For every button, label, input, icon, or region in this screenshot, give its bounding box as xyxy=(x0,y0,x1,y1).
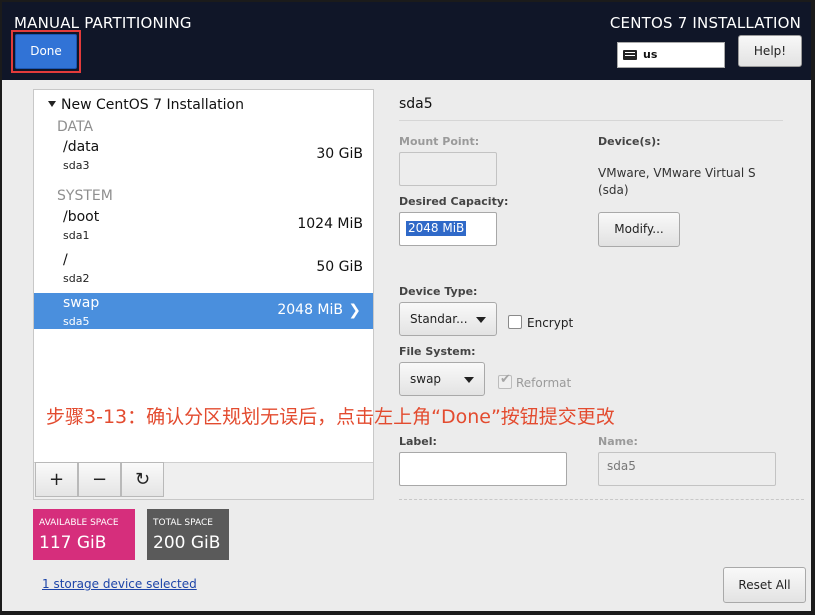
name-input[interactable]: sda5 xyxy=(598,452,776,486)
remove-partition-button[interactable]: − xyxy=(78,462,121,497)
devices-label: Device(s): xyxy=(598,135,661,148)
dropdown-arrow-icon xyxy=(476,317,486,323)
desired-capacity-input[interactable]: 2048 MiB xyxy=(399,212,497,246)
partition-toolbar: + − ↻ xyxy=(34,462,373,499)
tree-root-label: New CentOS 7 Installation xyxy=(61,97,244,113)
partition-row-boot[interactable]: /boot sda1 1024 MiB xyxy=(34,207,373,243)
total-space-label: TOTAL SPACE xyxy=(153,518,213,528)
partition-row-swap[interactable]: swap sda5 2048 MiB ❯ xyxy=(34,293,373,329)
selected-partition-title: sda5 xyxy=(399,96,433,112)
help-button[interactable]: Help! xyxy=(738,35,802,67)
partition-size: 2048 MiB xyxy=(277,302,343,318)
checkmark-icon: ✔ xyxy=(500,372,511,387)
desired-capacity-value: 2048 MiB xyxy=(406,221,467,236)
partition-device: sda1 xyxy=(63,229,90,242)
file-system-label: File System: xyxy=(399,345,476,358)
storage-devices-link[interactable]: 1 storage device selected xyxy=(42,577,197,591)
partition-row-root[interactable]: / sda2 50 GiB xyxy=(34,250,373,286)
device-type-label: Device Type: xyxy=(399,285,478,298)
group-label-system: SYSTEM xyxy=(57,188,113,204)
available-space-label: AVAILABLE SPACE xyxy=(39,518,119,528)
device-type-dropdown[interactable]: Standar... xyxy=(399,302,497,336)
group-label-data: DATA xyxy=(57,119,94,135)
title-divider xyxy=(399,120,783,121)
reformat-label: Reformat xyxy=(516,376,572,390)
partition-size: 1024 MiB xyxy=(297,216,363,232)
partition-device: sda5 xyxy=(63,315,90,328)
reset-all-button[interactable]: Reset All xyxy=(723,567,806,603)
partition-mount: /data xyxy=(63,139,100,155)
mount-point-input[interactable] xyxy=(399,152,497,186)
header-bar: MANUAL PARTITIONING CENTOS 7 INSTALLATIO… xyxy=(2,2,811,80)
partition-size: 30 GiB xyxy=(316,146,363,162)
available-space-badge: AVAILABLE SPACE 117 GiB xyxy=(33,509,135,560)
device-type-value: Standar... xyxy=(410,312,468,326)
dashed-divider xyxy=(399,499,804,500)
done-button[interactable]: Done xyxy=(15,34,77,69)
name-field-label: Name: xyxy=(598,435,638,448)
partition-device: sda2 xyxy=(63,272,90,285)
partition-tree-panel: New CentOS 7 Installation DATA /data sda… xyxy=(33,89,374,500)
installation-tree-root[interactable]: New CentOS 7 Installation xyxy=(48,97,244,113)
modify-button[interactable]: Modify... xyxy=(598,212,680,247)
name-value: sda5 xyxy=(607,459,636,473)
label-input[interactable] xyxy=(399,452,567,486)
file-system-dropdown[interactable]: swap xyxy=(399,362,485,396)
mount-point-label: Mount Point: xyxy=(399,135,480,148)
partition-mount: swap xyxy=(63,295,100,311)
total-space-badge: TOTAL SPACE 200 GiB xyxy=(147,509,229,560)
device-name-line1: VMware, VMware Virtual S xyxy=(598,166,756,180)
keyboard-layout-indicator[interactable]: us xyxy=(617,42,725,68)
partition-device: sda3 xyxy=(63,159,90,172)
label-value xyxy=(400,453,566,459)
partition-mount: /boot xyxy=(63,209,100,225)
keyboard-layout-label: us xyxy=(643,48,658,61)
reformat-checkbox[interactable]: ✔ xyxy=(498,372,512,389)
mount-point-value xyxy=(400,153,496,159)
label-field-label: Label: xyxy=(399,435,437,448)
partition-row-data[interactable]: /data sda3 30 GiB xyxy=(34,137,373,173)
total-space-value: 200 GiB xyxy=(153,533,221,553)
available-space-value: 117 GiB xyxy=(39,533,107,553)
installer-window: MANUAL PARTITIONING CENTOS 7 INSTALLATIO… xyxy=(2,2,811,611)
encrypt-label: Encrypt xyxy=(527,316,574,330)
tutorial-annotation: 步骤3-13：确认分区规划无误后，点击左上角“Done”按钮提交更改 xyxy=(46,406,615,428)
partition-mount: / xyxy=(63,252,68,268)
desired-capacity-label: Desired Capacity: xyxy=(399,195,509,208)
device-name-line2: (sda) xyxy=(598,183,629,197)
chevron-right-icon: ❯ xyxy=(348,301,361,319)
installer-title: CENTOS 7 INSTALLATION xyxy=(609,14,801,32)
dropdown-arrow-icon xyxy=(464,377,474,383)
partition-size: 50 GiB xyxy=(316,259,363,275)
file-system-value: swap xyxy=(410,372,442,386)
refresh-button[interactable]: ↻ xyxy=(121,462,164,497)
keyboard-icon xyxy=(623,50,637,60)
expand-triangle-icon xyxy=(48,101,56,107)
add-partition-button[interactable]: + xyxy=(35,462,78,497)
encrypt-checkbox[interactable] xyxy=(508,315,522,329)
